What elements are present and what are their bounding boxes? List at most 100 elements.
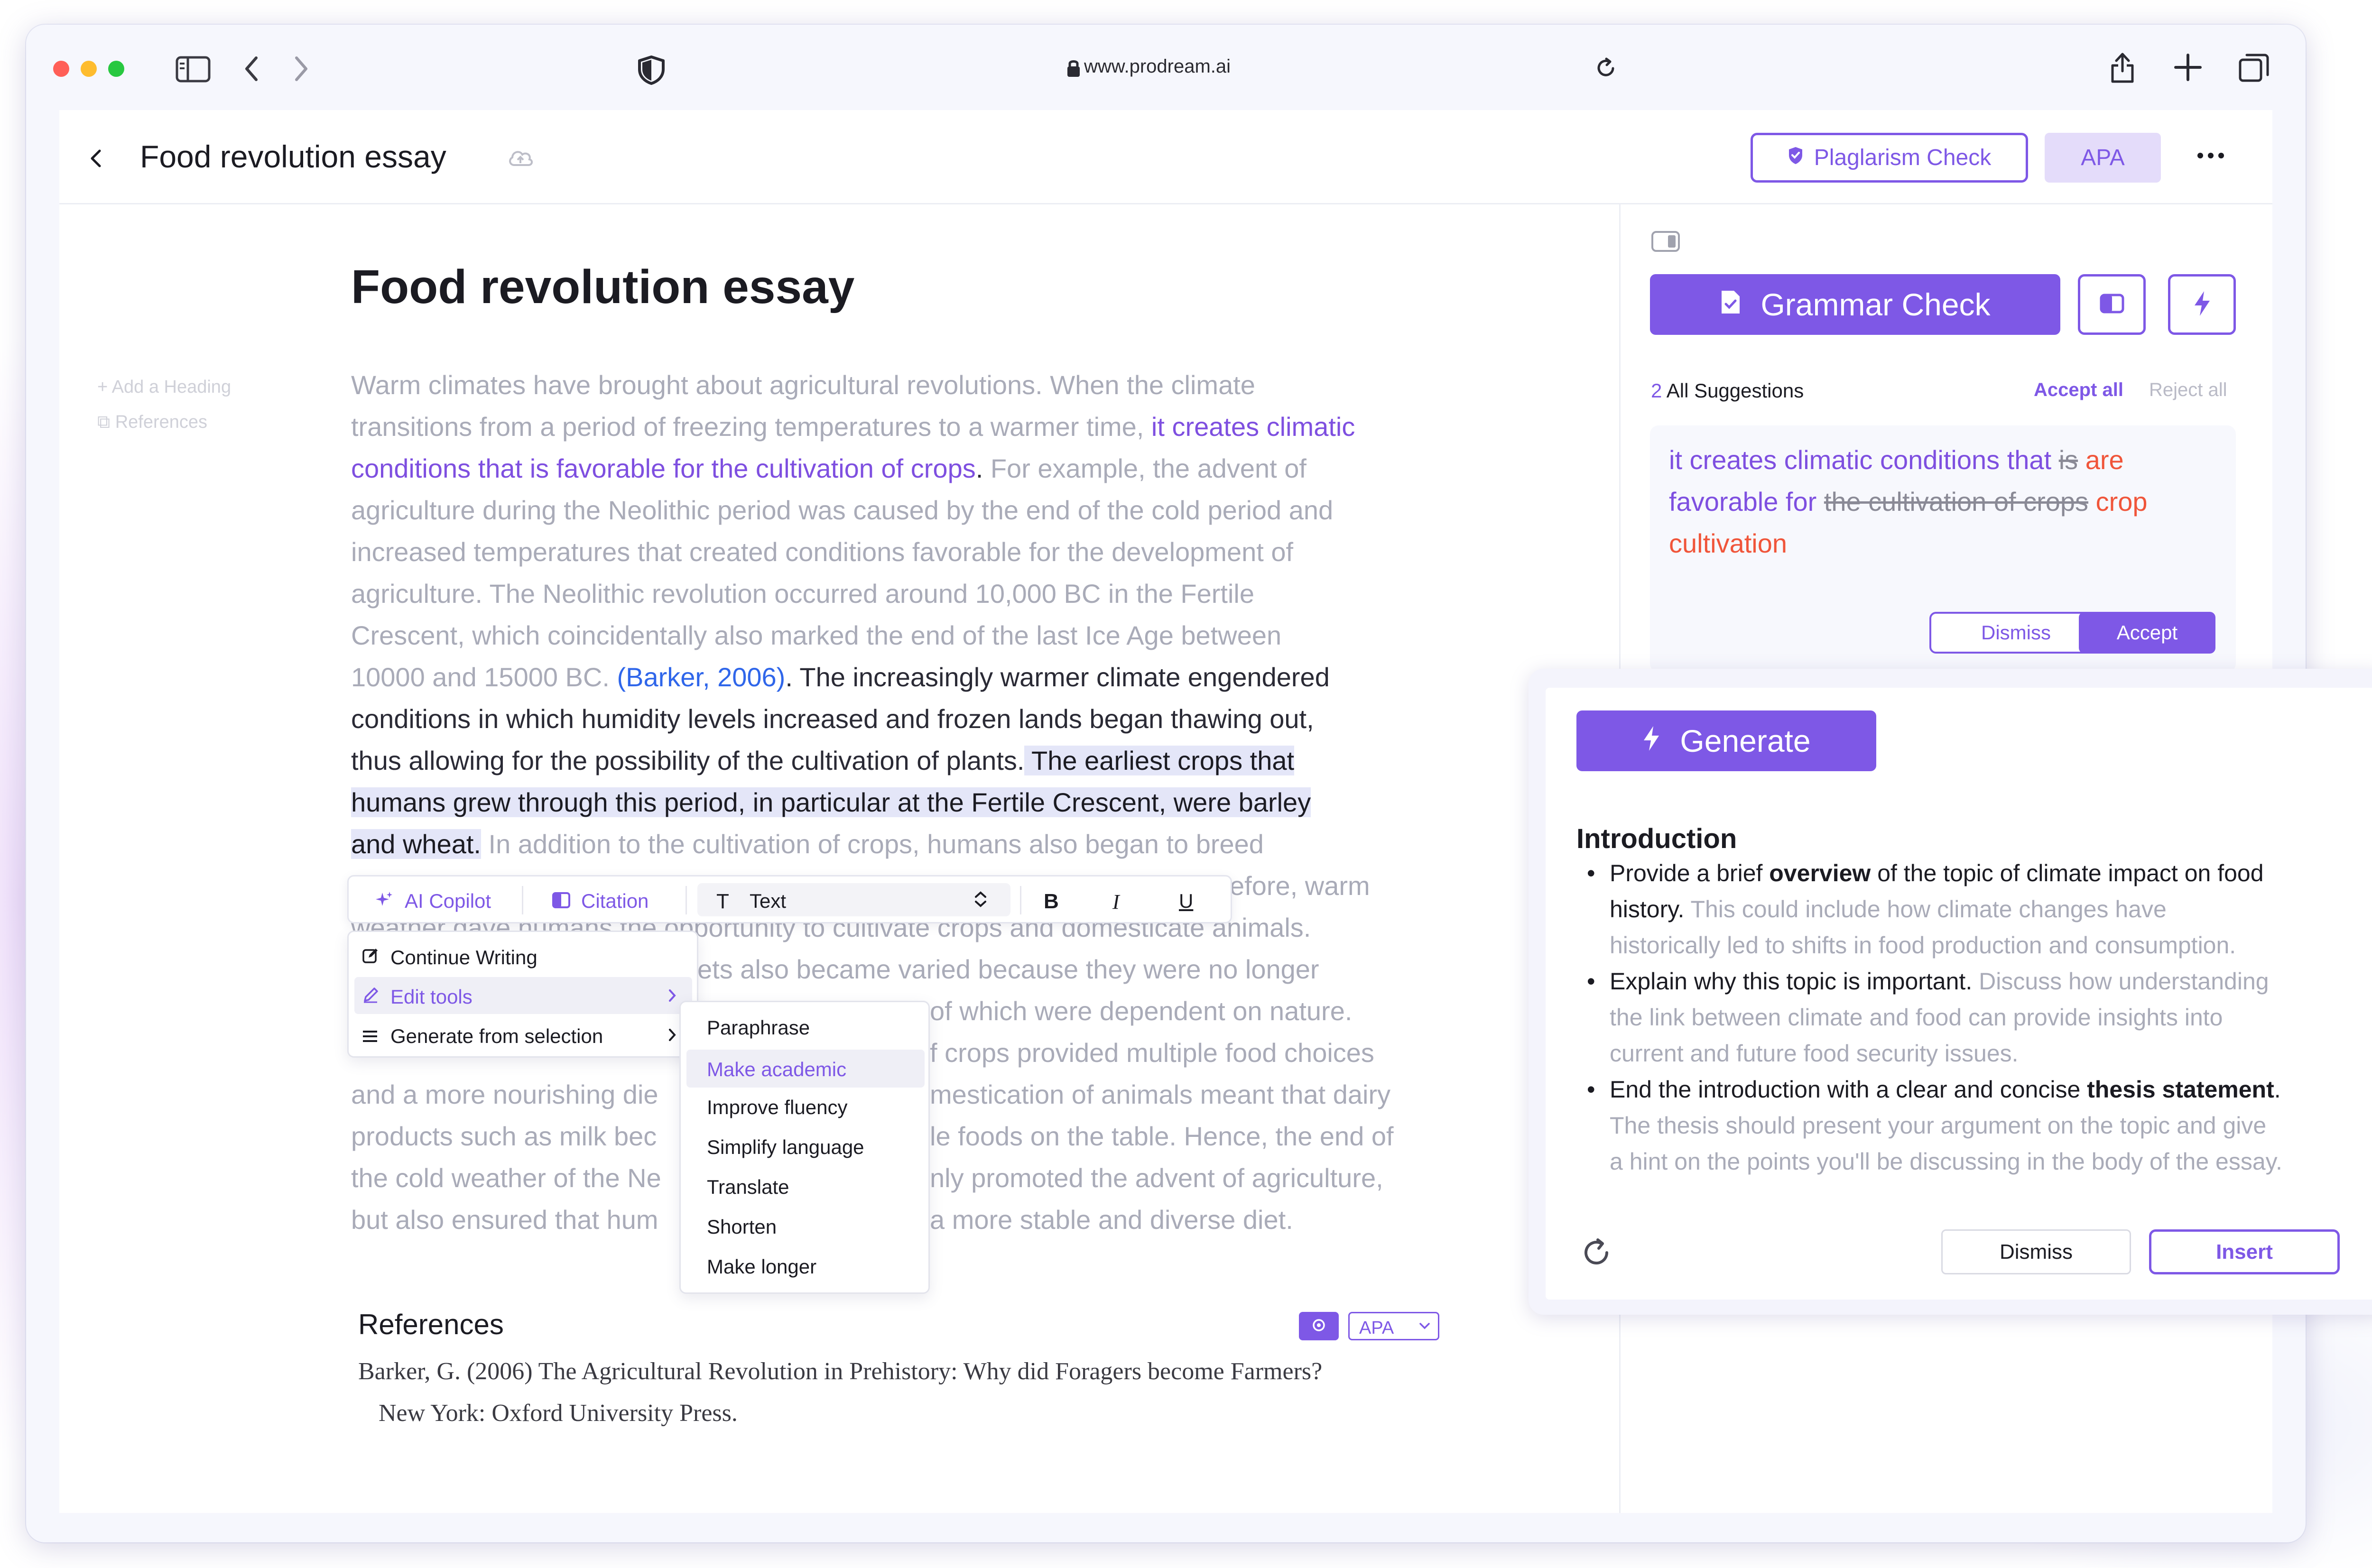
translate-item[interactable]: Translate [707,1176,789,1199]
generated-bullet[interactable]: history. This could include how climate … [1610,891,2167,927]
paragraph-line[interactable]: nly promoted the advent of agriculture, [930,1162,1383,1195]
generate-dismiss-button[interactable]: Dismiss [1941,1229,2131,1274]
make-academic-item[interactable]: Make academic [686,1050,925,1088]
minimize-window-button[interactable] [81,61,97,77]
generate-button[interactable]: Generate [1576,710,1876,771]
address-bar-url[interactable]: www.prodream.ai [1084,56,1231,77]
generated-bullet[interactable]: historically led to shifts in food produ… [1610,927,2236,963]
back-nav-icon[interactable] [242,55,261,83]
back-arrow-icon[interactable] [89,148,102,169]
citation-button[interactable]: Citation [581,890,649,913]
plagiarism-check-button[interactable]: Plaglarism Check [1751,133,2028,183]
generate-section-title: Introduction [1576,823,1737,854]
paragraph-line[interactable]: conditions in which humidity levels incr… [351,702,1314,736]
shield-icon[interactable] [637,55,666,85]
paragraph-line[interactable]: and a more nourishing die [351,1078,658,1111]
edit-tools-item[interactable]: Edit tools [354,977,692,1014]
bullet-dot: • [1587,968,1595,995]
generated-bullet[interactable]: Explain why this topic is important. Dis… [1610,963,2269,999]
reference-entry[interactable]: Barker, G. (2006) The Agricultural Revol… [358,1357,1322,1385]
compare-view-button[interactable] [2078,274,2146,335]
reject-all-link[interactable]: Reject all [2149,379,2227,401]
toolbar-separator [686,886,687,914]
simplify-language-item[interactable]: Simplify language [707,1136,864,1159]
reload-icon[interactable] [1594,56,1618,81]
make-academic-label: Make academic [707,1058,847,1080]
paragraph-line[interactable]: conditions that is favorable for the cul… [351,452,1306,485]
sidebar-toggle-icon[interactable] [176,56,211,83]
paragraph-line[interactable]: agriculture. The Neolithic revolution oc… [351,577,1254,610]
panel-collapse-icon[interactable] [1651,231,1680,252]
paragraph-line[interactable]: le foods on the table. Hence, the end of [930,1120,1394,1153]
suggestion-dismiss-button[interactable]: Dismiss [1929,612,2103,654]
references-style-select[interactable]: APA [1348,1312,1439,1340]
insert-button[interactable]: Insert [2149,1229,2340,1274]
paragraph-line[interactable]: humans grew through this period, in part… [351,786,1311,819]
edit-tools-menu: Paraphrase Make academic Improve fluency… [679,1001,930,1294]
underline-button[interactable]: U [1179,890,1193,913]
bold-button[interactable]: B [1044,890,1059,913]
grammar-check-button[interactable]: Grammar Check [1650,274,2060,335]
references-settings-button[interactable] [1299,1312,1339,1340]
generated-bullet[interactable]: the link between climate and food can pr… [1610,999,2223,1035]
paragraph-line[interactable]: Crescent, which coincidentally also mark… [351,619,1281,652]
forward-nav-icon[interactable] [292,55,311,83]
improve-fluency-item[interactable]: Improve fluency [707,1096,847,1119]
continue-writing-item[interactable]: Continue Writing [390,946,537,969]
paragraph-line[interactable]: and wheat. In addition to the cultivatio… [351,828,1264,861]
references-style-value: APA [1359,1318,1394,1338]
paragraph-line[interactable]: increased temperatures that created cond… [351,535,1293,569]
tabs-overview-icon[interactable] [2238,52,2270,83]
paragraph-line[interactable]: agriculture during the Neolithic period … [351,494,1333,527]
shorten-item[interactable]: Shorten [707,1216,777,1238]
lightning-icon [2193,290,2212,319]
new-tab-icon[interactable] [2174,53,2202,82]
accept-all-link[interactable]: Accept all [2034,379,2123,401]
paragraph-line[interactable]: but also ensured that hum [351,1203,658,1236]
paragraph-line[interactable]: thus allowing for the possibility of the… [351,744,1295,777]
shield-check-icon [1788,145,1804,171]
paragraph-line[interactable]: a more stable and diverse diet. [930,1203,1293,1236]
generated-bullet[interactable]: The thesis should present your argument … [1610,1107,2266,1144]
close-window-button[interactable] [53,61,69,77]
toolbar-separator [522,886,523,914]
chevron-down-icon [1418,1322,1431,1333]
generate-from-selection-item[interactable]: Generate from selection [390,1025,603,1048]
paragraph-line[interactable]: efore, warm [1230,869,1370,903]
paragraph-line[interactable]: 10000 and 15000 BC. (Barker, 2006). The … [351,661,1330,694]
quick-action-button[interactable] [2168,274,2236,335]
paraphrase-item[interactable]: Paraphrase [707,1016,810,1039]
reference-entry[interactable]: New York: Oxford University Press. [379,1399,738,1427]
paragraph-line[interactable]: products such as milk bec [351,1120,657,1153]
paragraph-line[interactable]: transitions from a period of freezing te… [351,410,1355,443]
text-style-select[interactable]: T Text [697,883,1010,916]
document-title[interactable]: Food revolution essay [140,138,446,175]
suggestion-line: it creates climatic conditions that is a… [1669,445,2124,475]
citation-style-button[interactable]: APA [2045,133,2161,183]
ai-copilot-button[interactable]: AI Copilot [405,890,491,913]
generated-bullet[interactable]: a hint on the points you'll be discussin… [1610,1144,2282,1180]
paragraph-line[interactable]: Warm climates have brought about agricul… [351,369,1255,402]
generated-bullet[interactable]: End the introduction with a clear and co… [1610,1071,2281,1107]
paragraph-line[interactable]: of which were dependent on nature. [930,995,1352,1028]
settings-icon [1311,1318,1326,1335]
citation-link: (Barker, 2006) [609,662,786,692]
maximize-window-button[interactable] [108,61,124,77]
suggestion-line: cultivation [1669,528,1788,558]
list-lines-icon [362,1029,378,1046]
paragraph-line[interactable]: ets also became varied because they were… [697,953,1319,986]
essay-heading[interactable]: Food revolution essay [351,260,854,314]
regenerate-icon[interactable] [1581,1237,1612,1268]
add-heading-link[interactable]: + Add a Heading [97,377,231,397]
paragraph-line[interactable]: f crops provided multiple food choices [930,1036,1374,1070]
italic-button[interactable]: I [1112,890,1120,914]
outline-references-link[interactable]: ⧉ References [97,412,207,433]
suggestion-accept-button[interactable]: Accept [2079,612,2215,654]
generated-bullet[interactable]: current and future food security issues. [1610,1035,2019,1071]
make-longer-item[interactable]: Make longer [707,1255,816,1278]
generated-bullet[interactable]: Provide a brief overview of the topic of… [1610,855,2264,891]
share-icon[interactable] [2109,50,2136,84]
paragraph-line[interactable]: the cold weather of the Ne [351,1162,661,1195]
paragraph-line[interactable]: mestication of animals meant that dairy [930,1078,1390,1111]
more-options-icon[interactable] [2196,151,2225,160]
